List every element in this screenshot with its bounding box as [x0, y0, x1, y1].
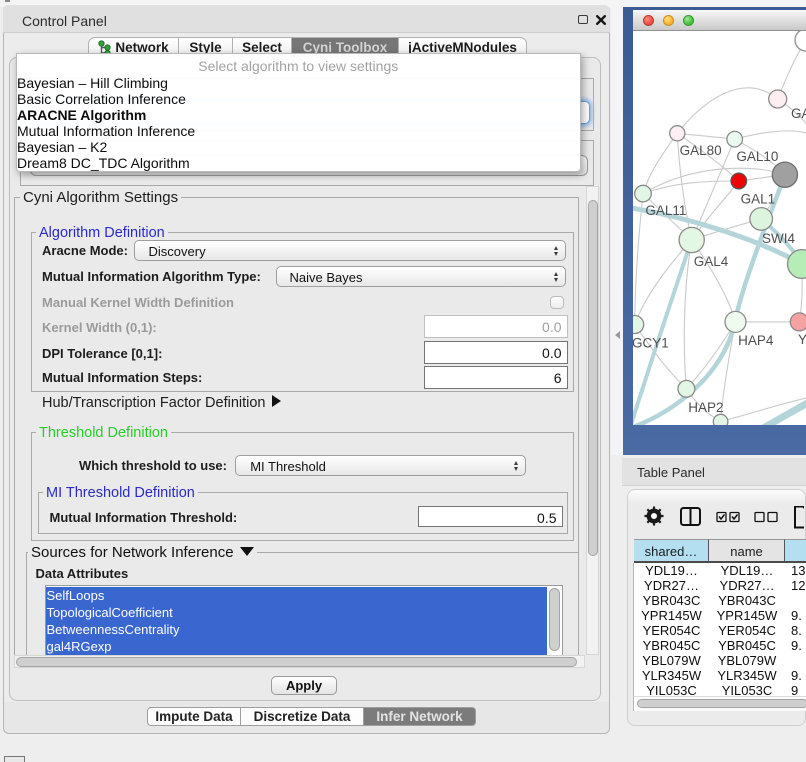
svg-text:GAL10: GAL10 [736, 149, 778, 164]
svg-text:HAP2: HAP2 [688, 400, 723, 415]
svg-text:GAL80: GAL80 [680, 143, 722, 158]
svg-text:HAP4: HAP4 [738, 333, 774, 348]
svg-text:GAL: GAL [791, 106, 806, 121]
svg-text:GAL11: GAL11 [645, 203, 686, 218]
svg-text:GCY1: GCY1 [633, 336, 669, 351]
svg-text:GAL4: GAL4 [694, 254, 729, 269]
svg-text:Y: Y [798, 332, 806, 347]
svg-text:SWI4: SWI4 [762, 231, 795, 246]
svg-text:GAL1: GAL1 [741, 192, 776, 207]
